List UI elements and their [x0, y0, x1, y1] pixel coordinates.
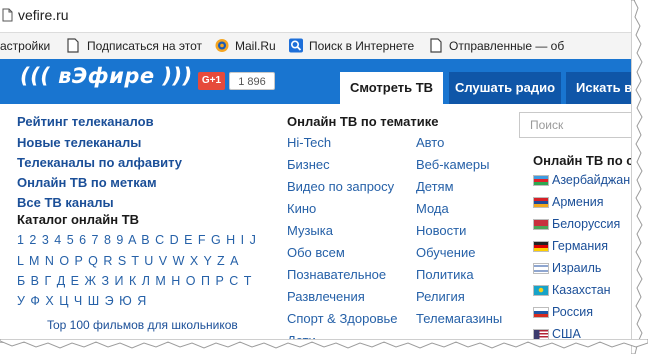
link-alphabetical[interactable]: Телеканалы по алфавиту: [17, 155, 182, 170]
topic-link[interactable]: Спорт & Здоровье: [287, 311, 398, 326]
address-bar[interactable]: vefire.ru: [0, 0, 634, 32]
topics-heading: Онлайн ТВ по тематике: [287, 114, 439, 129]
bookmark-sent[interactable]: Отправленные — об: [449, 39, 564, 53]
country-name[interactable]: Россия: [552, 305, 593, 319]
flag-icon: [533, 285, 549, 296]
flag-icon: [533, 175, 549, 186]
alphabet-row[interactable]: У Ф Х Ц Ч Ш Э Ю Я: [17, 294, 147, 308]
link-ratings[interactable]: Рейтинг телеканалов: [17, 114, 154, 129]
country-name[interactable]: Армения: [552, 195, 604, 209]
topic-link[interactable]: Бизнес: [287, 157, 330, 172]
torn-edge-right: [631, 0, 643, 354]
page-icon: [2, 8, 13, 22]
page-icon: [67, 38, 79, 53]
country-name[interactable]: Азербайджан: [552, 173, 630, 187]
country-name[interactable]: Казахстан: [552, 283, 611, 297]
topic-link[interactable]: Кино: [287, 201, 316, 216]
topic-link[interactable]: Познавательное: [287, 267, 386, 282]
alphabet-row[interactable]: L M N O P Q R S T U V W X Y Z А: [17, 254, 239, 268]
topic-link[interactable]: Обучение: [416, 245, 475, 260]
tab-listen-radio[interactable]: Слушать радио: [449, 72, 561, 104]
topic-link[interactable]: Развлечения: [287, 289, 365, 304]
tab-search-video[interactable]: Искать ви: [566, 72, 634, 104]
link-top100[interactable]: Top 100 фильмов для школьников: [47, 318, 238, 332]
bookmark-mailru[interactable]: Mail.Ru: [235, 39, 276, 53]
countries-heading: Онлайн ТВ по с: [533, 153, 634, 168]
torn-edge-bottom: [0, 339, 648, 349]
bookmark-search[interactable]: Поиск в Интернете: [309, 39, 414, 53]
topic-link[interactable]: Детям: [416, 179, 454, 194]
topic-link[interactable]: Веб-камеры: [416, 157, 489, 172]
search-icon: [289, 38, 303, 53]
search-input[interactable]: [519, 112, 634, 138]
link-new-channels[interactable]: Новые телеканалы: [17, 135, 141, 150]
site-header: ((( вЭфире ))) G+1 1 896 Смотреть ТВ Слу…: [0, 59, 634, 104]
link-all-channels[interactable]: Все ТВ каналы: [17, 195, 114, 210]
flag-icon: [533, 263, 549, 274]
bookmarks-bar: астройки Подписаться на этот Mail.Ru Пои…: [0, 32, 634, 60]
country-name[interactable]: Израиль: [552, 261, 601, 275]
page-icon: [430, 38, 442, 53]
country-name[interactable]: Белоруссия: [552, 217, 620, 231]
gplus-button[interactable]: G+1: [198, 72, 225, 90]
topic-link[interactable]: Видео по запросу: [287, 179, 394, 194]
bookmark-subscribe[interactable]: Подписаться на этот: [87, 39, 202, 53]
gplus-count: 1 896: [229, 72, 275, 90]
topic-link[interactable]: Музыка: [287, 223, 333, 238]
site-logo[interactable]: ((( вЭфире ))): [20, 64, 193, 88]
topic-link[interactable]: Hi-Tech: [287, 135, 331, 150]
alphabet-row[interactable]: Б В Г Д Е Ж З И К Л М Н О П Р С Т: [17, 274, 252, 288]
link-by-tags[interactable]: Онлайн ТВ по меткам: [17, 175, 157, 190]
topic-link[interactable]: Мода: [416, 201, 449, 216]
browser-window: vefire.ru астройки Подписаться на этот M…: [0, 0, 635, 343]
mailru-icon: [215, 39, 229, 52]
topic-link[interactable]: Новости: [416, 223, 466, 238]
topic-link[interactable]: Обо всем: [287, 245, 345, 260]
flag-icon: [533, 307, 549, 318]
topic-link[interactable]: Телемагазины: [416, 311, 502, 326]
topic-link[interactable]: Религия: [416, 289, 465, 304]
flag-icon: [533, 197, 549, 208]
catalog-heading: Каталог онлайн ТВ: [17, 212, 140, 227]
country-name[interactable]: Германия: [552, 239, 608, 253]
tab-watch-tv[interactable]: Смотреть ТВ: [340, 72, 443, 104]
alphabet-row[interactable]: 1 2 3 4 5 6 7 8 9 A B C D E F G H I J: [17, 233, 256, 247]
topic-link[interactable]: Авто: [416, 135, 444, 150]
bookmark-settings[interactable]: астройки: [0, 39, 50, 53]
flag-icon: [533, 219, 549, 230]
url-text[interactable]: vefire.ru: [18, 7, 69, 23]
flag-icon: [533, 241, 549, 252]
topic-link[interactable]: Политика: [416, 267, 474, 282]
